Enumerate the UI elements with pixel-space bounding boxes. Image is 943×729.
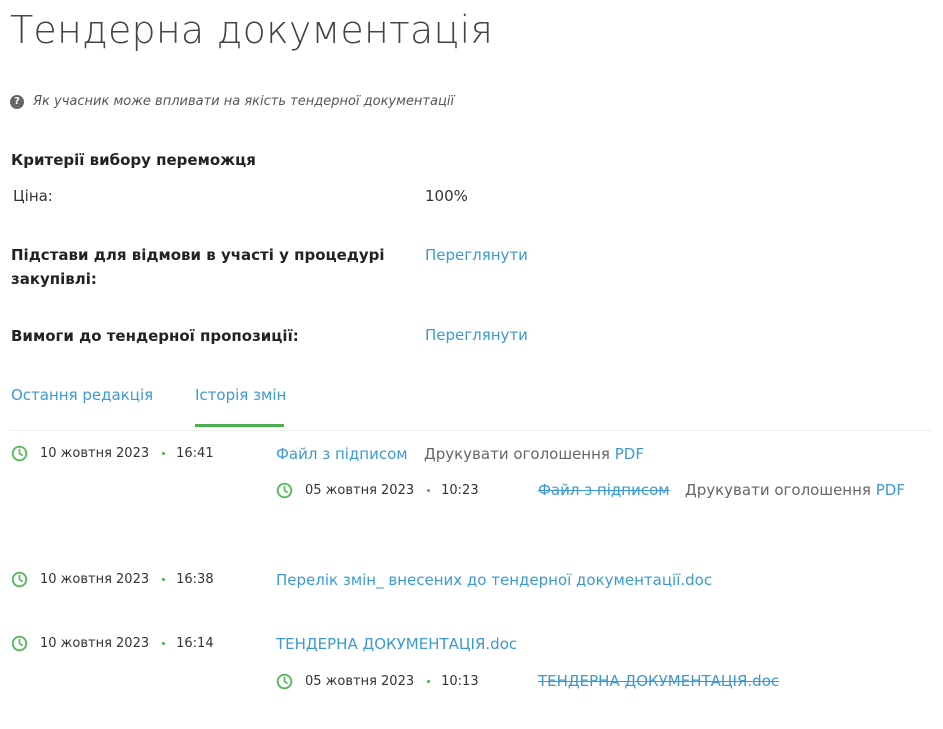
entry-time: 16:38 bbox=[176, 572, 214, 587]
entry-date: 05 жовтня 2023 bbox=[305, 674, 415, 689]
separator-dot bbox=[162, 642, 166, 645]
separator-dot bbox=[162, 578, 166, 581]
print-notice-text: Друкувати оголошення bbox=[685, 481, 871, 499]
changes-list-file-link[interactable]: Перелік змін_ внесених до тендерної доку… bbox=[276, 571, 712, 589]
price-label: Ціна: bbox=[13, 187, 53, 205]
tab-change-history-label: Історія змін bbox=[195, 386, 287, 404]
history-entry-meta: 10 жовтня 2023 16:41 bbox=[11, 445, 214, 462]
entry-date: 10 жовтня 2023 bbox=[40, 446, 150, 461]
refusal-label: Підстави для відмови в участі у процедур… bbox=[11, 243, 385, 291]
old-signed-file-link[interactable]: Файл з підписом bbox=[538, 481, 670, 499]
refusal-label-line1: Підстави для відмови в участі у процедур… bbox=[11, 246, 385, 264]
clock-icon bbox=[276, 673, 293, 690]
history-entry-meta: 10 жовтня 2023 16:38 bbox=[11, 571, 214, 588]
old-print-notice: Друкувати оголошення PDF bbox=[685, 481, 905, 499]
clock-icon bbox=[276, 482, 293, 499]
clock-icon bbox=[11, 445, 28, 462]
refusal-label-line2: закупівлі: bbox=[11, 270, 97, 288]
history-previous-meta: 05 жовтня 2023 10:13 bbox=[276, 673, 479, 690]
price-value: 100% bbox=[425, 187, 468, 205]
print-notice-text: Друкувати оголошення bbox=[424, 445, 610, 463]
entry-date: 10 жовтня 2023 bbox=[40, 636, 150, 651]
entry-time: 10:13 bbox=[441, 674, 479, 689]
entry-date: 10 жовтня 2023 bbox=[40, 572, 150, 587]
clock-icon bbox=[11, 635, 28, 652]
refusal-view-link[interactable]: Переглянути bbox=[425, 246, 528, 264]
old-tender-doc-file-link[interactable]: ТЕНДЕРНА ДОКУМЕНТАЦІЯ.doc bbox=[538, 672, 779, 690]
requirements-view-link[interactable]: Переглянути bbox=[425, 326, 528, 344]
old-print-pdf-link[interactable]: PDF bbox=[876, 481, 905, 499]
help-text: Як учасник може впливати на якість тенде… bbox=[33, 94, 455, 109]
print-pdf-link[interactable]: PDF bbox=[615, 445, 644, 463]
print-notice: Друкувати оголошення PDF bbox=[424, 445, 644, 463]
history-entry-meta: 10 жовтня 2023 16:14 bbox=[11, 635, 214, 652]
tab-latest-edition[interactable]: Остання редакція bbox=[11, 386, 153, 424]
entry-time: 10:23 bbox=[441, 483, 479, 498]
question-circle-icon: ? bbox=[10, 94, 24, 109]
signed-file-link[interactable]: Файл з підписом bbox=[276, 445, 408, 463]
separator-dot bbox=[427, 489, 431, 492]
entry-time: 16:14 bbox=[176, 636, 214, 651]
tab-change-history[interactable]: Історія змін bbox=[195, 386, 287, 427]
history-tabs: Остання редакція Історія змін bbox=[10, 386, 931, 431]
separator-dot bbox=[427, 680, 431, 683]
tender-doc-file-link[interactable]: ТЕНДЕРНА ДОКУМЕНТАЦІЯ.doc bbox=[276, 635, 517, 653]
history-previous-meta: 05 жовтня 2023 10:23 bbox=[276, 482, 479, 499]
clock-icon bbox=[11, 571, 28, 588]
entry-time: 16:41 bbox=[176, 446, 214, 461]
page-title: Тендерна документація bbox=[10, 8, 494, 52]
entry-date: 05 жовтня 2023 bbox=[305, 483, 415, 498]
criteria-title: Критерії вибору переможця bbox=[11, 151, 256, 169]
separator-dot bbox=[162, 452, 166, 455]
requirements-label: Вимоги до тендерної пропозиції: bbox=[11, 327, 299, 345]
help-link[interactable]: ? Як учасник може впливати на якість тен… bbox=[10, 94, 454, 109]
